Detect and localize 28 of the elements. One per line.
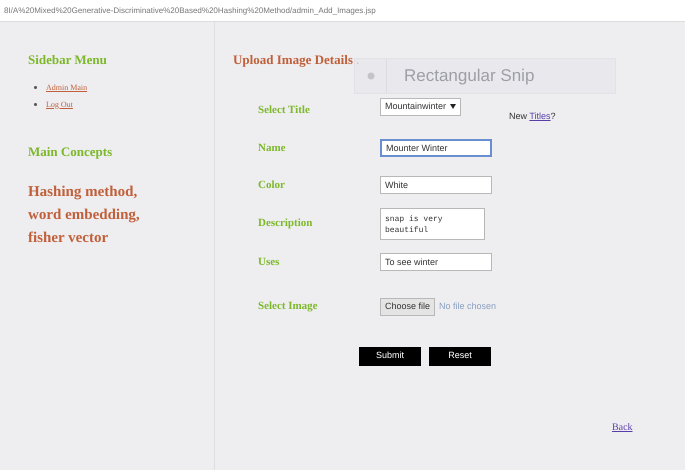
- text-field[interactable]: To see winter: [380, 253, 492, 271]
- field-label: Select Image: [258, 299, 319, 314]
- sidebar-heading: Main Concepts: [28, 142, 114, 161]
- snip-mode-icon: [367, 72, 375, 80]
- concepts-text: Hashing method, word embedding, fisher vector: [28, 183, 141, 248]
- title-dropdown[interactable]: Mountainwinter: [380, 98, 462, 116]
- field-label: Uses: [258, 254, 280, 270]
- form-button[interactable]: Submit: [359, 346, 421, 366]
- form-button[interactable]: Reset: [429, 346, 491, 366]
- file-status-text: No file chosen: [439, 300, 496, 313]
- bullet-icon: [34, 103, 37, 106]
- sidebar-link[interactable]: Admin Main: [46, 82, 88, 94]
- field-label: Color: [258, 178, 286, 193]
- text-field[interactable]: White: [380, 176, 492, 194]
- sidebar-heading: Sidebar Menu: [28, 51, 108, 69]
- choose-file-button[interactable]: Choose file: [380, 298, 436, 316]
- field-label: Description: [258, 216, 314, 232]
- field-label: Name: [258, 140, 286, 156]
- titles-link[interactable]: Titles: [529, 110, 551, 121]
- bullet-icon: [34, 86, 37, 89]
- new-titles-text: New Titles?: [509, 110, 556, 123]
- sidebar-link[interactable]: Log Out: [46, 98, 73, 110]
- back-link[interactable]: Back: [612, 422, 633, 432]
- page-heading: Upload Image Details .: [233, 51, 360, 69]
- text-field[interactable]: Mounter Winter: [380, 139, 492, 157]
- caret-icon: [450, 104, 456, 110]
- description-field[interactable]: snap is very beautiful: [380, 208, 485, 240]
- field-label: Select Title: [258, 103, 311, 118]
